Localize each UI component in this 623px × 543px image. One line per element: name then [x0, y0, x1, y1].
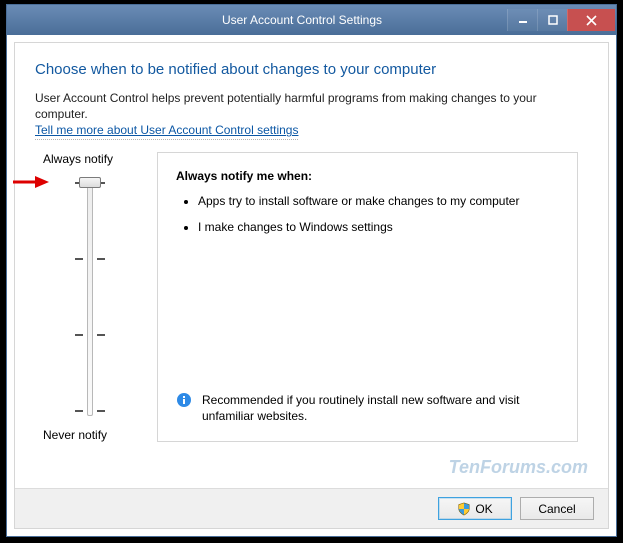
slider-tick — [97, 258, 105, 260]
maximize-button[interactable] — [537, 9, 567, 31]
cancel-button[interactable]: Cancel — [520, 497, 594, 520]
shield-icon — [457, 502, 471, 516]
ok-button[interactable]: OK — [438, 497, 512, 520]
window-title: User Account Control Settings — [97, 13, 507, 27]
slider-label-bottom: Never notify — [43, 428, 151, 442]
client-area: Choose when to be notified about changes… — [14, 42, 609, 529]
bullet-item: I make changes to Windows settings — [198, 219, 559, 235]
slider-tick — [75, 258, 83, 260]
page-heading: Choose when to be notified about changes… — [35, 61, 588, 78]
minimize-button[interactable] — [507, 9, 537, 31]
slider-tick — [97, 334, 105, 336]
ok-button-label: OK — [475, 502, 492, 516]
slider-tick — [97, 410, 105, 412]
footer-bar: OK Cancel — [15, 488, 608, 528]
slider-label-top: Always notify — [43, 152, 151, 166]
help-link[interactable]: Tell me more about User Account Control … — [35, 122, 298, 139]
uac-settings-window: User Account Control Settings Choose whe… — [6, 4, 617, 537]
slider-thumb[interactable] — [79, 177, 101, 188]
notification-panel: Always notify me when: Apps try to insta… — [157, 152, 578, 442]
panel-title: Always notify me when: — [176, 169, 559, 183]
info-icon — [176, 392, 192, 408]
description-text: User Account Control helps prevent poten… — [35, 90, 588, 140]
slider-track — [87, 180, 93, 416]
description-line: User Account Control helps prevent poten… — [35, 91, 537, 121]
slider-tick — [75, 334, 83, 336]
titlebar[interactable]: User Account Control Settings — [7, 5, 616, 35]
cancel-button-label: Cancel — [538, 502, 575, 516]
recommendation-text: Recommended if you routinely install new… — [202, 392, 559, 424]
close-button[interactable] — [567, 9, 615, 31]
uac-slider[interactable] — [55, 176, 125, 420]
slider-tick — [75, 410, 83, 412]
bullet-item: Apps try to install software or make cha… — [198, 193, 559, 209]
watermark: TenForums.com — [449, 457, 588, 478]
